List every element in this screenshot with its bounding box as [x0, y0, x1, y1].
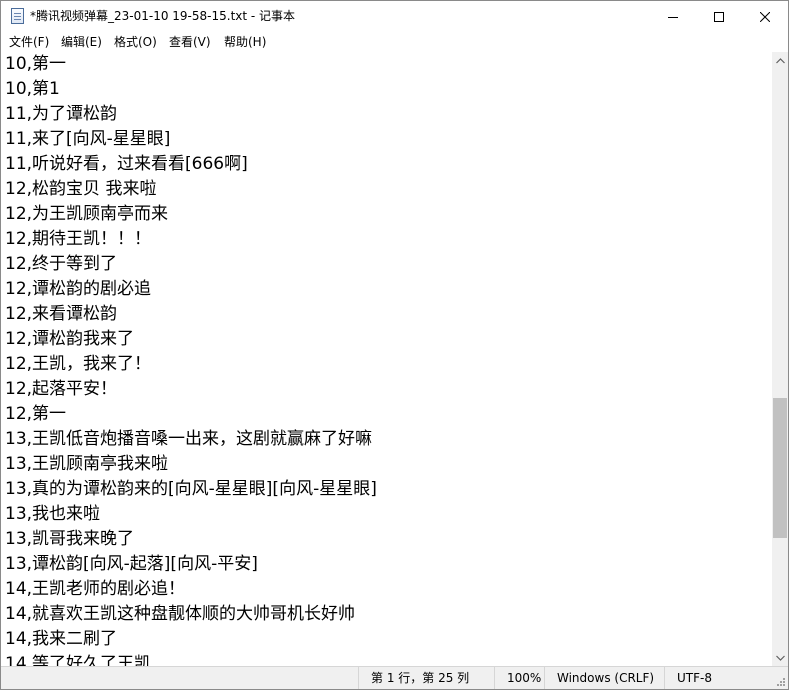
text-line: 14,王凯老师的剧必追！ [5, 579, 186, 599]
chevron-down-icon [775, 655, 785, 661]
maximize-button[interactable] [696, 1, 742, 32]
text-line: 13,凯哥我来晚了 [5, 529, 135, 549]
menu-help[interactable]: 帮助(H) [224, 34, 266, 50]
menu-format[interactable]: 格式(O) [114, 34, 157, 50]
encoding: UTF-8 [664, 667, 774, 689]
resize-grip-icon[interactable] [776, 677, 786, 687]
text-line: 12,松韵宝贝 我来啦 [5, 179, 157, 199]
text-line: 12,谭松韵的剧必追 [5, 279, 152, 299]
text-line: 11,为了谭松韵 [5, 104, 118, 124]
text-line: 12,王凯，我来了！ [5, 354, 152, 374]
menu-bar: 文件(F) 编辑(E) 格式(O) 查看(V) 帮助(H) [1, 32, 788, 52]
text-line: 12,第一 [5, 404, 67, 424]
text-line: 13,王凯低音炮播音嗓一出来，这剧就赢麻了好嘛 [5, 429, 373, 449]
text-line: 13,真的为谭松韵来的[向风-星星眼][向风-星星眼] [5, 479, 377, 499]
line-ending: Windows (CRLF) [544, 667, 665, 689]
text-line: 14,等了好久了王凯 [5, 654, 152, 666]
notepad-icon[interactable] [11, 8, 24, 24]
text-line: 14,我来二刷了 [5, 629, 118, 649]
scrollbar-thumb[interactable] [773, 398, 787, 538]
minimize-icon [668, 16, 678, 18]
text-line: 12,起落平安！ [5, 379, 118, 399]
text-line: 13,我也来啦 [5, 504, 101, 524]
close-icon [760, 11, 770, 22]
status-bar: 第 1 行，第 25 列 100% Windows (CRLF) UTF-8 [1, 666, 788, 689]
text-line: 12,期待王凯！！！ [5, 229, 152, 249]
scroll-down-button[interactable] [772, 649, 788, 666]
text-line: 12,为王凯顾南亭而来 [5, 204, 169, 224]
chevron-up-icon [775, 57, 785, 63]
minimize-button[interactable] [650, 1, 696, 32]
text-line: 13,王凯顾南亭我来啦 [5, 454, 169, 474]
text-line: 12,来看谭松韵 [5, 304, 118, 324]
menu-view[interactable]: 查看(V) [169, 34, 211, 50]
text-line: 11,来了[向风-星星眼] [5, 129, 171, 149]
title-bar[interactable]: *腾讯视频弹幕_23-01-10 19-58-15.txt - 记事本 [1, 1, 788, 32]
text-line: 10,第一 [5, 54, 67, 74]
menu-file[interactable]: 文件(F) [9, 34, 49, 50]
zoom-level: 100% [494, 667, 546, 689]
window-title: *腾讯视频弹幕_23-01-10 19-58-15.txt - 记事本 [30, 9, 296, 23]
text-line: 12,谭松韵我来了 [5, 329, 135, 349]
menu-edit[interactable]: 编辑(E) [61, 34, 102, 50]
text-line: 10,第1 [5, 79, 60, 99]
text-editor[interactable]: 10,第一 10,第1 11,为了谭松韵 11,来了[向风-星星眼] 11,听说… [1, 52, 772, 666]
vertical-scrollbar[interactable] [772, 52, 788, 666]
maximize-icon [714, 11, 724, 22]
notepad-window: *腾讯视频弹幕_23-01-10 19-58-15.txt - 记事本 文件(F… [0, 0, 789, 690]
scroll-up-button[interactable] [772, 52, 788, 69]
cursor-position: 第 1 行，第 25 列 [358, 667, 500, 689]
text-line: 12,终于等到了 [5, 254, 118, 274]
close-button[interactable] [742, 1, 788, 32]
text-line: 13,谭松韵[向风-起落][向风-平安] [5, 554, 258, 574]
text-line: 14,就喜欢王凯这种盘靓体顺的大帅哥机长好帅 [5, 604, 356, 624]
text-line: 11,听说好看，过来看看[666啊] [5, 154, 248, 174]
